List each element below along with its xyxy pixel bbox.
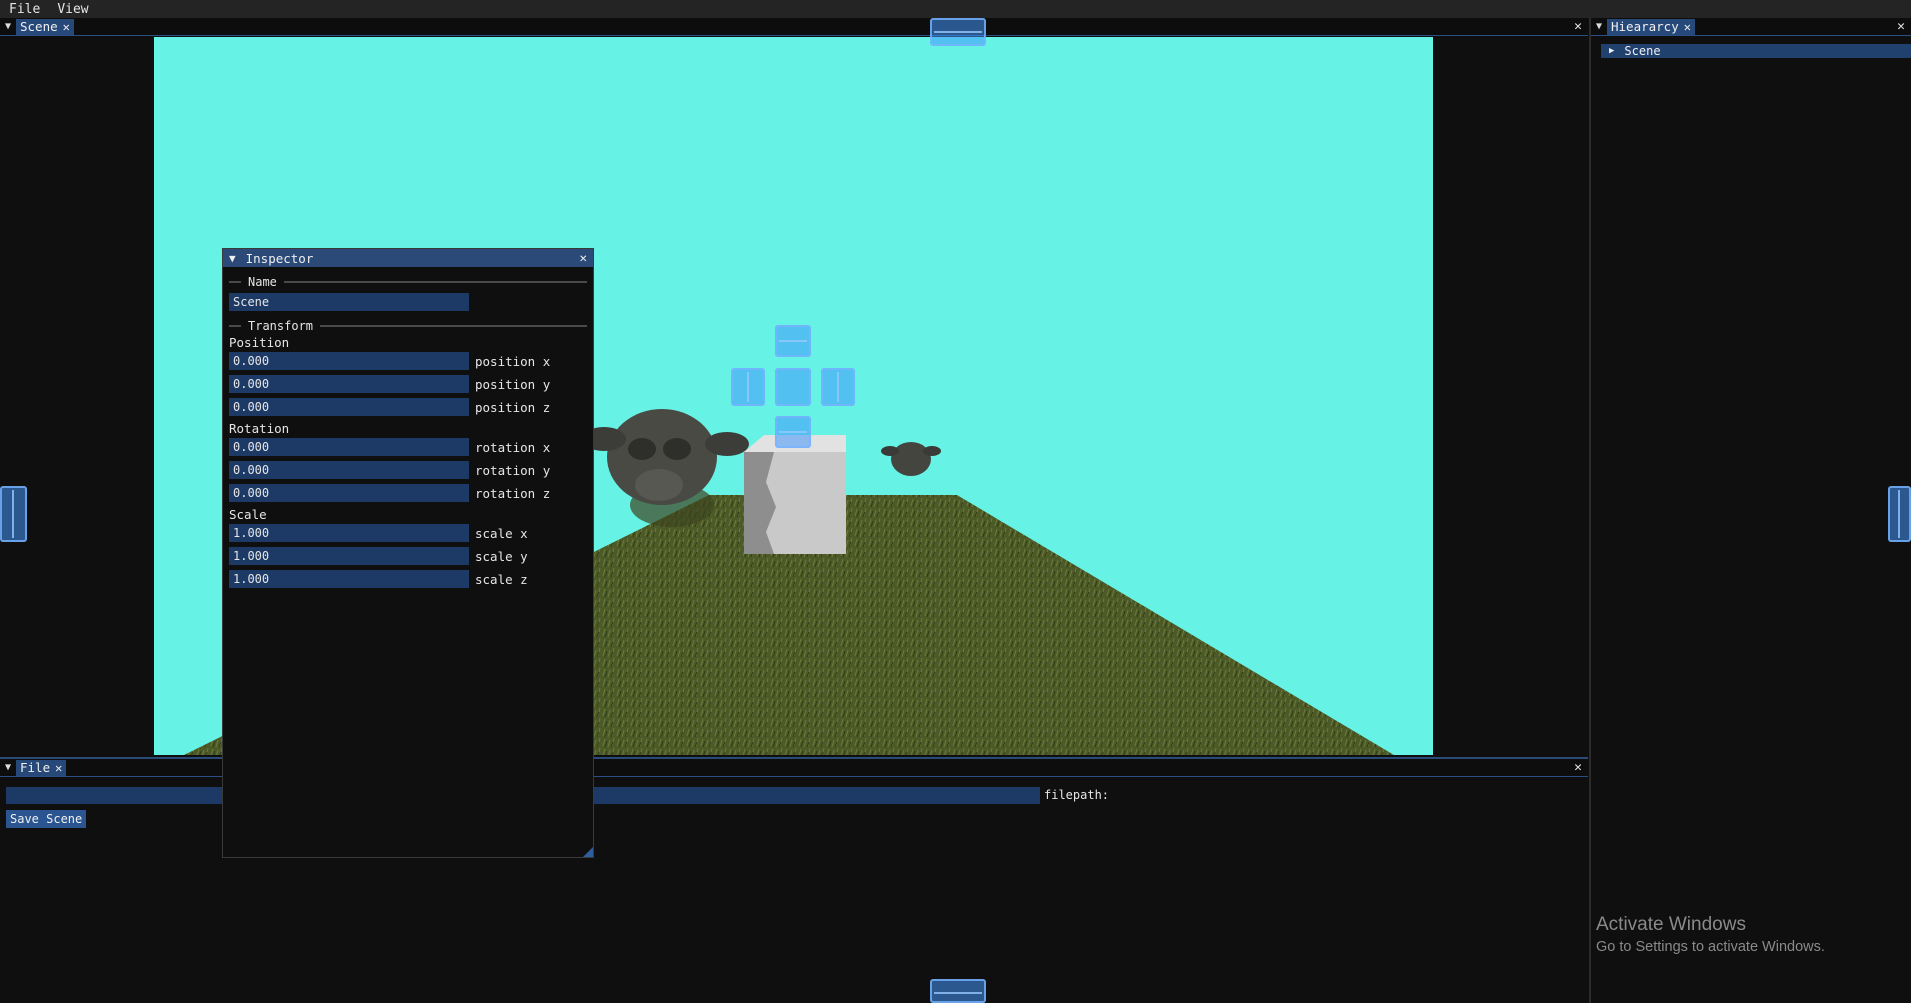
scale-z-field[interactable] <box>229 570 469 588</box>
tab-scene[interactable]: Scene ✕ <box>16 18 74 35</box>
menu-bar: File View <box>0 0 1911 18</box>
transform-body: Position position x position y position … <box>223 333 593 613</box>
watermark-title: Activate Windows <box>1596 914 1746 935</box>
position-z-field[interactable] <box>229 398 469 416</box>
collapse-arrow-icon[interactable]: ▼ <box>229 252 236 265</box>
scale-y-label: scale y <box>475 549 528 564</box>
rotation-x-label: rotation x <box>475 440 551 455</box>
dock-bottom-button[interactable] <box>775 416 811 448</box>
position-label: Position <box>229 335 290 350</box>
window-menu-arrow-icon[interactable]: ▼ <box>1591 21 1607 32</box>
rotation-y-label: rotation y <box>475 463 551 478</box>
close-tab-icon[interactable]: ✕ <box>55 761 62 775</box>
activation-watermark: Activate Windows Go to Settings to activ… <box>1596 914 1825 955</box>
dock-left-button[interactable] <box>731 368 765 406</box>
scale-z-label: scale z <box>475 572 528 587</box>
dock-bottom-edge-button[interactable] <box>930 979 986 1003</box>
tab-file[interactable]: File ✕ <box>16 759 67 776</box>
position-y-field[interactable] <box>229 375 469 393</box>
hierarchy-tab-bar: ▼ Hieararcy ✕ ✕ <box>1591 18 1911 36</box>
tab-scene-label: Scene <box>20 19 58 34</box>
scene-tab-bar: ▼ Scene ✕ ✕ <box>0 18 1588 36</box>
transform-separator: Transform <box>229 319 587 333</box>
rotation-x-field[interactable] <box>229 438 469 456</box>
menu-view[interactable]: View <box>48 2 96 17</box>
window-menu-arrow-icon[interactable]: ▼ <box>0 762 16 773</box>
transform-section-label: Transform <box>248 319 314 333</box>
inspector-window: ▼ Inspector ✕ Name Transform Position po… <box>222 248 594 858</box>
save-scene-button[interactable]: Save Scene <box>6 810 87 828</box>
name-field[interactable] <box>229 293 469 311</box>
inspector-title: Inspector <box>245 250 314 266</box>
close-tab-icon[interactable]: ✕ <box>1684 20 1691 34</box>
dock-center-button[interactable] <box>775 368 811 406</box>
inspector-title-bar[interactable]: ▼ Inspector ✕ <box>223 249 593 267</box>
resize-grip-icon[interactable] <box>583 847 593 857</box>
rotation-label: Rotation <box>229 421 290 436</box>
scale-x-label: scale x <box>475 526 528 541</box>
dock-right-edge-button[interactable] <box>1888 486 1911 542</box>
close-icon[interactable]: ✕ <box>579 250 587 265</box>
scale-y-field[interactable] <box>229 547 469 565</box>
rotation-z-label: rotation z <box>475 486 551 501</box>
scale-label: Scale <box>229 507 267 522</box>
expand-arrow-icon[interactable]: ▶ <box>1609 46 1614 56</box>
close-window-icon[interactable]: ✕ <box>1574 19 1582 34</box>
close-window-icon[interactable]: ✕ <box>1897 19 1905 34</box>
scale-x-field[interactable] <box>229 524 469 542</box>
position-x-field[interactable] <box>229 352 469 370</box>
tab-hierarchy-label: Hieararcy <box>1611 19 1679 34</box>
dock-left-edge-button[interactable] <box>0 486 27 542</box>
name-section-label: Name <box>248 275 277 289</box>
dock-top-button[interactable] <box>775 325 811 357</box>
position-z-label: position z <box>475 400 551 415</box>
tab-file-label: File <box>20 760 51 775</box>
watermark-subtitle: Go to Settings to activate Windows. <box>1596 939 1825 955</box>
tab-hierarchy[interactable]: Hieararcy ✕ <box>1607 18 1695 35</box>
dock-top-edge-button[interactable] <box>930 18 986 46</box>
rotation-y-field[interactable] <box>229 461 469 479</box>
tree-node-scene[interactable]: ▶ Scene <box>1601 44 1911 58</box>
close-tab-icon[interactable]: ✕ <box>63 20 70 34</box>
rotation-z-field[interactable] <box>229 484 469 502</box>
window-menu-arrow-icon[interactable]: ▼ <box>0 21 16 32</box>
close-window-icon[interactable]: ✕ <box>1574 760 1582 775</box>
position-x-label: position x <box>475 354 551 369</box>
dock-right-button[interactable] <box>821 368 855 406</box>
tree-node-label: Scene <box>1624 44 1661 58</box>
monkey-head-small <box>881 442 941 476</box>
hierarchy-window: ▼ Hieararcy ✕ ✕ ▶ Scene <box>1589 18 1911 1003</box>
name-separator: Name <box>229 275 587 289</box>
filepath-label: filepath: <box>1044 788 1110 802</box>
position-y-label: position y <box>475 377 551 392</box>
menu-file[interactable]: File <box>0 2 48 17</box>
